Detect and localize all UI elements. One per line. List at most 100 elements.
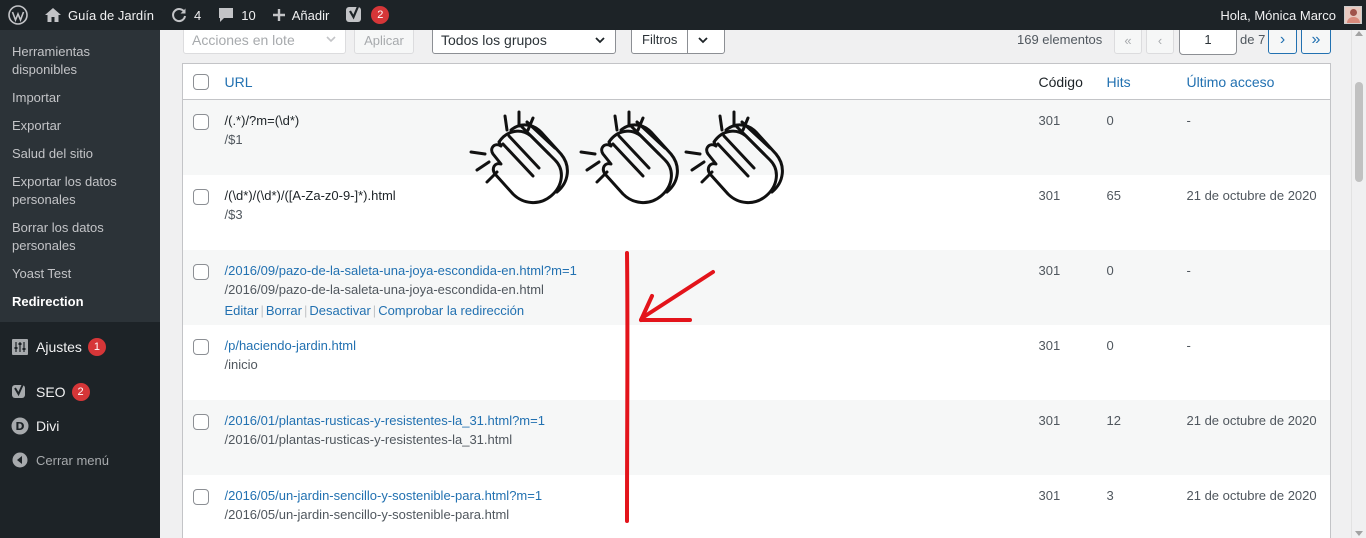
submenu-item-export[interactable]: Exportar xyxy=(0,112,160,140)
yoast-badge: 2 xyxy=(371,6,390,24)
menu-item-seo[interactable]: SEO 2 xyxy=(0,375,160,409)
yoast-menu[interactable]: 2 xyxy=(337,0,397,30)
add-new-link[interactable]: Añadir xyxy=(264,0,338,30)
yoast-icon xyxy=(10,382,30,402)
chevron-down-icon xyxy=(595,37,605,44)
updates-link[interactable]: 4 xyxy=(162,0,209,30)
scroll-down-icon[interactable] xyxy=(1355,531,1363,536)
bulk-actions-value: Acciones en lote xyxy=(192,32,295,48)
prev-page-button[interactable]: ‹ xyxy=(1146,30,1174,54)
page-scrollbar[interactable] xyxy=(1351,30,1366,538)
scrollbar-thumb[interactable] xyxy=(1355,82,1363,182)
last-access-cell: - xyxy=(1186,337,1191,353)
target-url: /$3 xyxy=(224,206,243,222)
comments-count: 10 xyxy=(241,7,256,23)
current-page-input[interactable]: 1 xyxy=(1179,30,1237,55)
submenu-item-available-tools[interactable]: Herramientas disponibles xyxy=(0,38,160,84)
column-hits[interactable]: Hits xyxy=(1106,63,1187,100)
scroll-up-icon[interactable] xyxy=(1355,31,1363,36)
divi-icon: D xyxy=(10,416,30,436)
filters-dropdown[interactable]: Filtros xyxy=(631,30,725,54)
hits-cell: 12 xyxy=(1106,399,1187,475)
target-url: /2016/01/plantas-rusticas-y-resistentes-… xyxy=(224,431,513,447)
source-url[interactable]: /2016/05/un-jardin-sencillo-y-sostenible… xyxy=(225,486,1039,505)
total-pages: de 7 xyxy=(1240,32,1266,47)
submenu-item-import[interactable]: Importar xyxy=(0,84,160,112)
bulk-actions-select[interactable]: Acciones en lote xyxy=(183,30,346,54)
submenu-item-redirection[interactable]: Redirection xyxy=(0,288,160,316)
menu-item-divi[interactable]: D Divi xyxy=(0,409,160,443)
comment-icon xyxy=(219,8,234,22)
next-page-button[interactable]: › xyxy=(1268,30,1297,54)
table-row: /p/haciendo-jardin.html /inicio 301 0 - xyxy=(183,325,1331,400)
last-page-button[interactable]: » xyxy=(1301,30,1331,54)
yoast-icon xyxy=(346,6,362,22)
table-row: /(\d*)/(\d*)/([A-Za-z0-9-]*).html /$3 30… xyxy=(183,175,1331,250)
row-checkbox[interactable] xyxy=(193,338,209,355)
menu-item-settings[interactable]: Ajustes 1 xyxy=(0,330,160,364)
select-all-checkbox[interactable] xyxy=(193,73,209,90)
hits-cell: 0 xyxy=(1106,337,1114,353)
groups-select[interactable]: Todos los grupos xyxy=(432,30,616,54)
submenu-item-export-personal-data[interactable]: Exportar los datos personales xyxy=(0,168,160,214)
updates-count: 4 xyxy=(194,7,202,23)
last-access-cell: 21 de octubre de 2020 xyxy=(1186,399,1331,475)
hits-cell: 0 xyxy=(1106,249,1187,325)
select-all-cell xyxy=(182,63,225,100)
redirects-table: URL Código Hits Último acceso /(.*)/?m=(… xyxy=(182,63,1331,538)
settings-badge: 1 xyxy=(87,338,106,356)
hits-cell: 3 xyxy=(1106,487,1114,503)
row-checkbox[interactable] xyxy=(193,413,209,430)
source-url[interactable]: /p/haciendo-jardin.html xyxy=(225,336,1039,355)
source-url[interactable]: /2016/09/pazo-de-la-saleta-una-joya-esco… xyxy=(225,261,1039,280)
check-redirect-link[interactable]: Comprobar la redirección xyxy=(378,303,524,318)
collapse-arrow-icon xyxy=(10,450,30,470)
target-url: /inicio xyxy=(224,356,258,372)
wordpress-logo-icon[interactable] xyxy=(0,0,36,30)
last-access-cell: - xyxy=(1186,99,1331,175)
plus-icon xyxy=(272,9,285,21)
submenu-item-site-health[interactable]: Salud del sitio xyxy=(0,140,160,168)
column-last-access[interactable]: Último acceso xyxy=(1186,63,1331,100)
submenu-item-yoast-test[interactable]: Yoast Test xyxy=(0,260,160,288)
source-url[interactable]: /2016/01/plantas-rusticas-y-resistentes-… xyxy=(225,411,1039,430)
submenu-item-erase-personal-data[interactable]: Borrar los datos personales xyxy=(0,214,160,260)
first-page-button[interactable]: « xyxy=(1114,30,1142,54)
comments-link[interactable]: 10 xyxy=(209,0,263,30)
edit-link[interactable]: Editar xyxy=(225,303,259,318)
table-row: /2016/01/plantas-rusticas-y-resistentes-… xyxy=(182,399,1331,475)
disable-link[interactable]: Desactivar xyxy=(309,303,370,318)
admin-sidebar: Herramientas disponibles Importar Export… xyxy=(0,30,160,538)
code-cell: 301 xyxy=(1038,249,1107,325)
table-row: /2016/05/un-jardin-sencillo-y-sostenible… xyxy=(183,475,1331,538)
avatar xyxy=(1344,6,1362,24)
target-url: /2016/09/pazo-de-la-saleta-una-joya-esco… xyxy=(224,281,544,297)
updates-icon xyxy=(172,8,186,23)
chevron-down-icon[interactable] xyxy=(688,33,718,47)
hits-cell: 65 xyxy=(1106,187,1121,203)
main-content: Acciones en lote Aplicar Todos los grupo… xyxy=(160,30,1366,538)
site-name-link[interactable]: Guía de Jardín xyxy=(36,0,162,30)
row-checkbox[interactable] xyxy=(193,488,209,505)
row-checkbox[interactable] xyxy=(193,114,209,130)
table-row: /(.*)/?m=(\d*) /$1 301 0 - xyxy=(182,99,1331,175)
last-access-cell: - xyxy=(1186,249,1331,325)
code-cell: 301 xyxy=(1038,99,1107,175)
row-checkbox[interactable] xyxy=(193,188,209,205)
delete-link[interactable]: Borrar xyxy=(266,303,302,318)
source-url[interactable]: /(\d*)/(\d*)/([A-Za-z0-9-]*).html xyxy=(225,186,1039,205)
row-checkbox[interactable] xyxy=(193,263,209,280)
row-actions: Editar | Borrar | Desactivar | Comprobar la re… xyxy=(225,301,1039,320)
code-cell: 301 xyxy=(1038,337,1061,353)
column-url[interactable]: URL xyxy=(224,63,1039,100)
filters-label: Filtros xyxy=(632,30,689,53)
apply-button[interactable]: Aplicar xyxy=(354,30,414,54)
column-code: Código xyxy=(1038,63,1107,100)
chevron-down-icon xyxy=(326,36,336,43)
collapse-menu-button[interactable]: Cerrar menú xyxy=(0,443,160,477)
table-nav-top: Acciones en lote Aplicar Todos los grupo… xyxy=(160,30,1366,64)
groups-value: Todos los grupos xyxy=(441,32,547,48)
my-account-link[interactable]: Hola, Mónica Marco xyxy=(1212,0,1366,30)
source-url[interactable]: /(.*)/?m=(\d*) xyxy=(225,111,1039,130)
hits-cell: 0 xyxy=(1106,99,1187,175)
